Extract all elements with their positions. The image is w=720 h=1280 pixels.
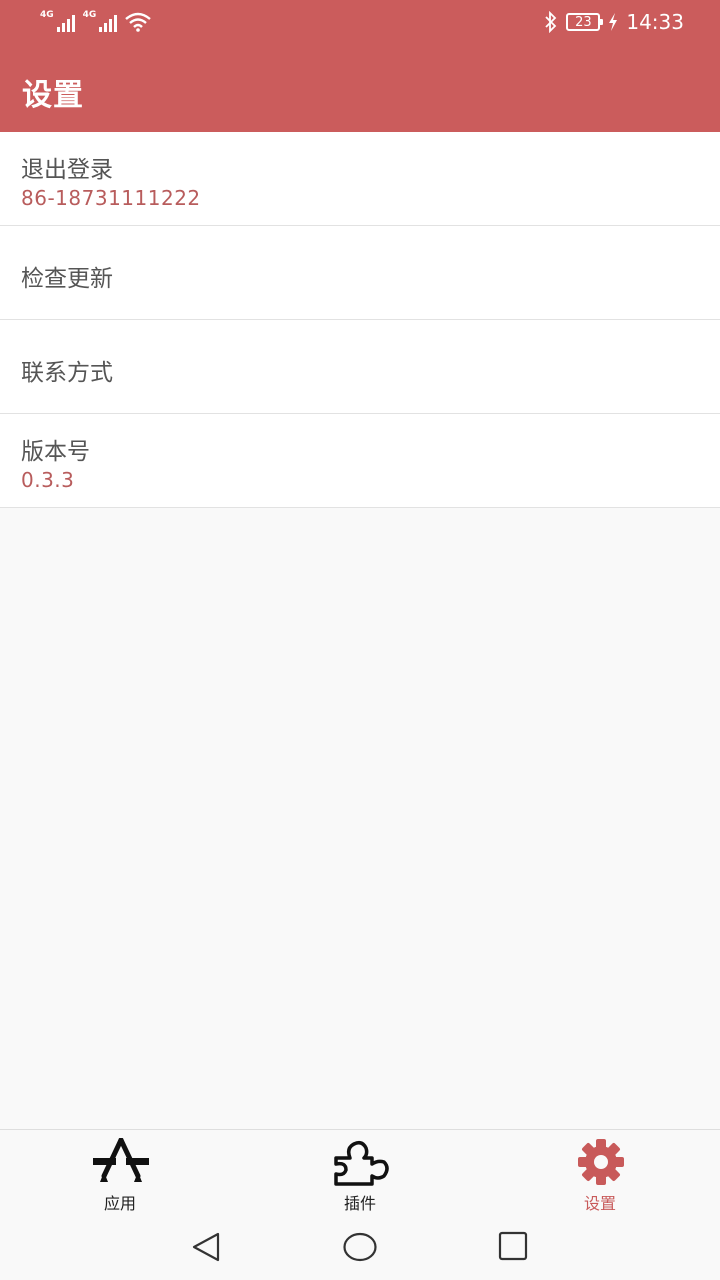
tab-plugins[interactable]: 插件: [240, 1130, 480, 1218]
status-right: 23 14:33: [544, 10, 684, 34]
tab-label: 设置: [583, 1194, 616, 1213]
list-item-title: 退出登录: [21, 157, 113, 183]
network-type-1: 4G: [40, 10, 54, 20]
tab-settings[interactable]: 设置: [480, 1130, 720, 1218]
signal-icon: 4G: [40, 10, 75, 32]
list-item-title: 联系方式: [21, 360, 113, 386]
list-item-title: 检查更新: [21, 266, 113, 292]
home-icon[interactable]: [342, 1231, 378, 1263]
battery-icon: 23: [566, 13, 604, 31]
version-number: 0.3.3: [21, 468, 75, 492]
back-icon[interactable]: [190, 1231, 222, 1263]
list-item-version[interactable]: 版本号 0.3.3: [0, 414, 720, 508]
wifi-icon: [125, 12, 152, 32]
signal-icon-2: 4G: [83, 10, 118, 32]
page-title: 设置: [22, 78, 84, 113]
system-nav-bar: [0, 1217, 720, 1280]
list-item-logout[interactable]: 退出登录 86-18731111222: [0, 132, 720, 226]
app-bar: 设置: [0, 46, 720, 132]
settings-screen: 4G 4G 23 14:33 设置 退出登录 86-18731111222 检查…: [0, 0, 720, 1280]
list-item-check-update[interactable]: 检查更新: [0, 226, 720, 320]
clock: 14:33: [626, 10, 684, 34]
status-bar: 4G 4G 23 14:33: [0, 0, 720, 46]
battery-level: 23: [575, 14, 592, 30]
account-phone: 86-18731111222: [21, 186, 201, 210]
gear-icon: [578, 1139, 624, 1185]
bluetooth-icon: [545, 11, 557, 33]
puzzle-icon: [334, 1140, 389, 1186]
tab-label: 插件: [343, 1194, 376, 1213]
settings-list: 退出登录 86-18731111222 检查更新 联系方式 版本号 0.3.3: [0, 132, 720, 508]
tab-label: 应用: [103, 1194, 136, 1213]
list-item-contact[interactable]: 联系方式: [0, 320, 720, 414]
network-type-2: 4G: [82, 10, 97, 20]
tab-apps[interactable]: 应用: [0, 1130, 240, 1218]
list-item-title: 版本号: [21, 439, 90, 465]
charging-icon: [609, 13, 618, 31]
status-left: 4G 4G: [40, 10, 152, 32]
recents-icon[interactable]: [498, 1231, 528, 1261]
apps-icon: [93, 1138, 149, 1182]
bottom-nav: 应用 插件 设置: [0, 1129, 720, 1217]
